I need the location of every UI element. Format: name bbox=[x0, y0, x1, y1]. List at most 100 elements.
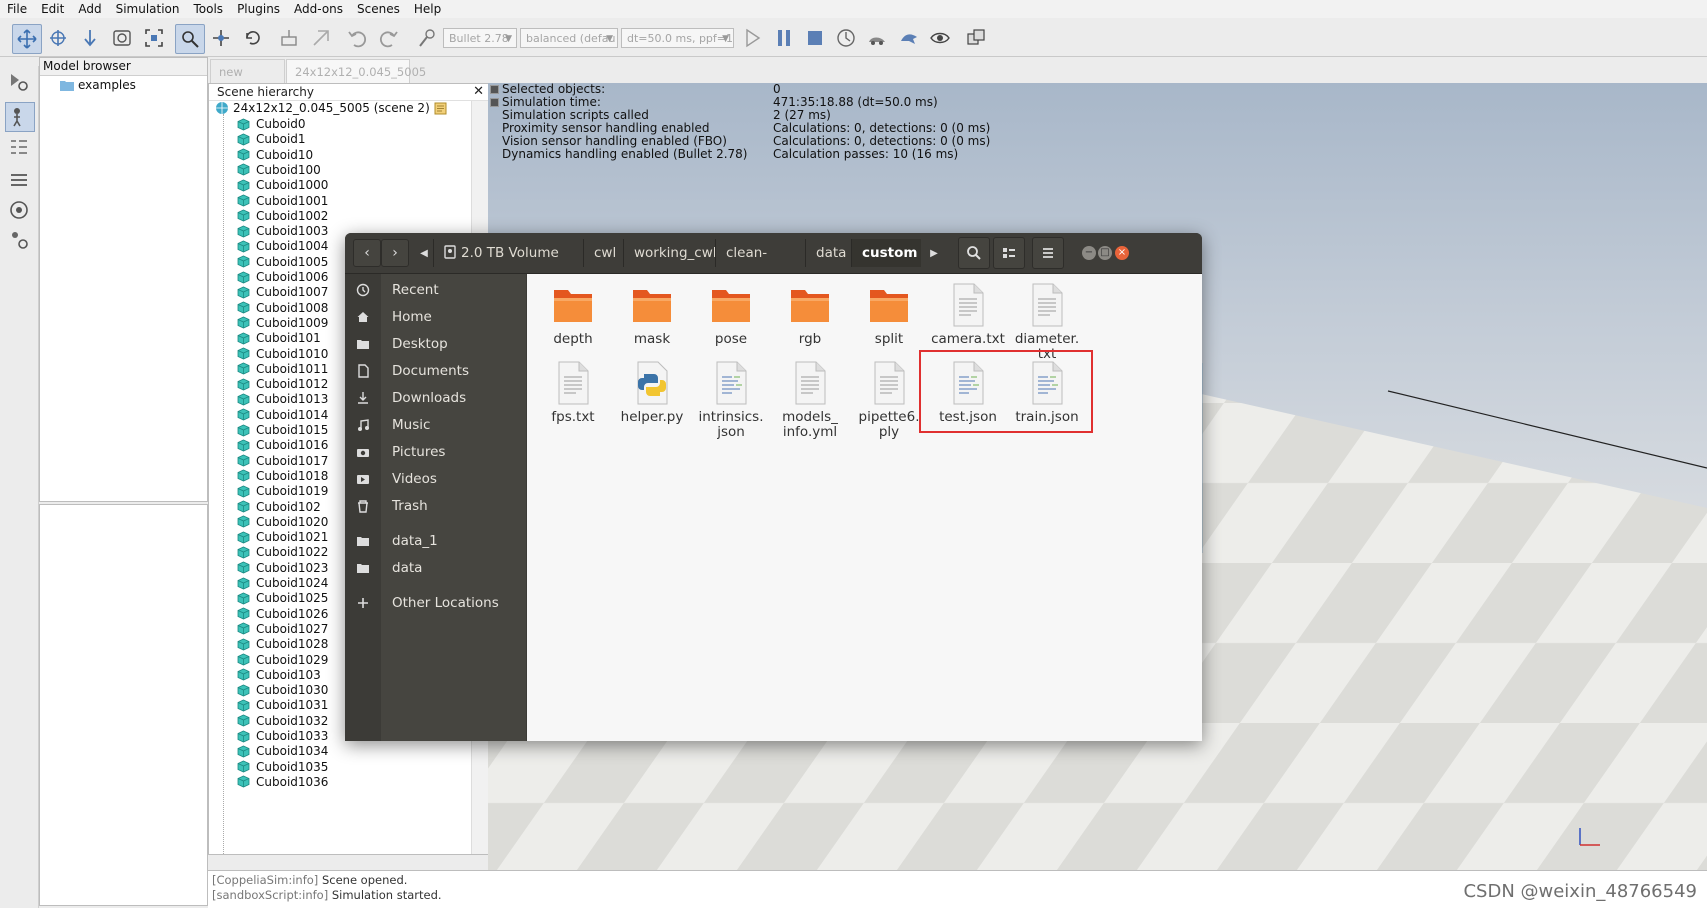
file-item-camera-txt[interactable]: camera.txt bbox=[929, 282, 1007, 347]
file-item-depth[interactable]: depth bbox=[534, 282, 612, 347]
menu-item-file[interactable]: File bbox=[0, 0, 34, 18]
tab-current-scene[interactable]: 24x12x12_0.045_5005 bbox=[286, 59, 426, 83]
close-window-button[interactable]: × bbox=[1115, 246, 1129, 260]
breadcrumb-item[interactable]: data bbox=[805, 239, 851, 267]
close-icon[interactable]: ✕ bbox=[473, 84, 484, 100]
assemble-icon[interactable] bbox=[275, 24, 303, 52]
scene-object-item[interactable]: Cuboid1007 bbox=[237, 284, 328, 300]
accuracy-select[interactable]: balanced (defau ▼ bbox=[520, 28, 618, 48]
scene-object-item[interactable]: Cuboid1034 bbox=[237, 743, 328, 759]
breadcrumb-item[interactable]: 2.0 TB Volume bbox=[433, 239, 583, 267]
scene-object-item[interactable]: Cuboid1018 bbox=[237, 468, 328, 484]
file-item-pose[interactable]: pose bbox=[692, 282, 770, 347]
camera-rotate-icon[interactable] bbox=[44, 24, 72, 52]
scene-object-item[interactable]: Cuboid1027 bbox=[237, 621, 328, 637]
breadcrumb-item[interactable]: working_cwl bbox=[623, 239, 717, 267]
breadcrumb-item[interactable]: custom bbox=[851, 239, 921, 267]
scene-object-item[interactable]: Cuboid1004 bbox=[237, 238, 328, 254]
view-toggle-button[interactable] bbox=[993, 237, 1025, 269]
scene-object-item[interactable]: Cuboid1010 bbox=[237, 346, 328, 362]
menu-item-add[interactable]: Add bbox=[71, 0, 108, 18]
menu-item-tools[interactable]: Tools bbox=[187, 0, 231, 18]
fit-to-view-icon[interactable] bbox=[140, 24, 168, 52]
scene-object-item[interactable]: Cuboid1006 bbox=[237, 269, 328, 285]
scene-object-item[interactable]: Cuboid1021 bbox=[237, 529, 328, 545]
user-settings-icon[interactable] bbox=[5, 226, 33, 254]
file-item-split[interactable]: split bbox=[850, 282, 928, 347]
camera-opening-icon[interactable] bbox=[108, 24, 136, 52]
breadcrumb-item[interactable]: clean-pvnet bbox=[715, 239, 805, 289]
scene-object-item[interactable]: Cuboid1001 bbox=[237, 193, 328, 209]
transfer-dna-icon[interactable] bbox=[307, 24, 335, 52]
file-item-fps-txt[interactable]: fps.txt bbox=[534, 360, 612, 425]
sidebar-item-data-1[interactable]: data_1 bbox=[345, 527, 526, 554]
click-select-icon[interactable] bbox=[175, 24, 205, 54]
scene-object-item[interactable]: Cuboid1029 bbox=[237, 652, 328, 668]
scene-object-item[interactable]: Cuboid1013 bbox=[237, 391, 328, 407]
file-item-mask[interactable]: mask bbox=[613, 282, 691, 347]
menu-item-addons[interactable]: Add-ons bbox=[287, 0, 350, 18]
back-button[interactable]: ‹ bbox=[353, 239, 381, 267]
scene-object-item[interactable]: Cuboid1022 bbox=[237, 544, 328, 560]
scene-object-item[interactable]: Cuboid1008 bbox=[237, 300, 328, 316]
file-item-models-info-yml[interactable]: models_ info.yml bbox=[771, 360, 849, 440]
sidebar-item-documents[interactable]: Documents bbox=[345, 357, 526, 384]
file-item-helper-py[interactable]: helper.py bbox=[613, 360, 691, 425]
play-icon[interactable] bbox=[738, 24, 766, 52]
camera-shift-icon[interactable] bbox=[76, 24, 104, 52]
scene-object-item[interactable]: Cuboid1005 bbox=[237, 254, 328, 270]
scene-root-item[interactable]: 24x12x12_0.045_5005 (scene 2) bbox=[215, 101, 447, 115]
scene-object-item[interactable]: Cuboid1023 bbox=[237, 560, 328, 576]
scene-object-item[interactable]: Cuboid1 bbox=[237, 131, 306, 147]
scene-object-item[interactable]: Cuboid10 bbox=[237, 147, 313, 163]
forward-button[interactable]: › bbox=[381, 239, 409, 267]
scene-object-item[interactable]: Cuboid102 bbox=[237, 499, 321, 515]
scene-object-item[interactable]: Cuboid100 bbox=[237, 162, 321, 178]
scene-object-item[interactable]: Cuboid103 bbox=[237, 667, 321, 683]
simulation-settings-icon[interactable] bbox=[5, 68, 33, 96]
sidebar-item-home[interactable]: Home bbox=[345, 303, 526, 330]
sidebar-item-data[interactable]: data bbox=[345, 554, 526, 581]
file-item-pipette6-ply[interactable]: pipette6. ply bbox=[850, 360, 928, 440]
info-toggle-checkbox[interactable] bbox=[490, 85, 499, 94]
sidebar-item-other-locations[interactable]: Other Locations bbox=[345, 589, 526, 616]
info-toggle-checkbox[interactable] bbox=[490, 98, 499, 107]
redo-icon[interactable] bbox=[375, 24, 403, 52]
scene-object-item[interactable]: Cuboid0 bbox=[237, 116, 306, 132]
scripts-icon[interactable] bbox=[5, 196, 33, 224]
file-item-intrinsics-json[interactable]: intrinsics. json bbox=[692, 360, 770, 440]
scene-object-item[interactable]: Cuboid1028 bbox=[237, 636, 328, 652]
minimize-button[interactable]: − bbox=[1082, 246, 1096, 260]
scene-object-item[interactable]: Cuboid1016 bbox=[237, 437, 328, 453]
menu-item-help[interactable]: Help bbox=[407, 0, 448, 18]
breadcrumb-scroll-right-icon[interactable]: ▶ bbox=[927, 239, 941, 267]
scene-object-item[interactable]: Cuboid1019 bbox=[237, 483, 328, 499]
scene-object-item[interactable]: Cuboid101 bbox=[237, 330, 321, 346]
scene-object-item[interactable]: Cuboid1009 bbox=[237, 315, 328, 331]
scene-object-item[interactable]: Cuboid1033 bbox=[237, 728, 328, 744]
maximize-button[interactable]: □ bbox=[1098, 246, 1112, 260]
breadcrumb-item[interactable]: cwl bbox=[583, 239, 623, 267]
scene-object-item[interactable]: Cuboid1024 bbox=[237, 575, 328, 591]
calculation-modules-icon[interactable] bbox=[5, 134, 33, 162]
scene-object-item[interactable]: Cuboid1036 bbox=[237, 774, 328, 790]
visualization-toggle-icon[interactable] bbox=[926, 24, 954, 52]
scene-object-item[interactable]: Cuboid1031 bbox=[237, 697, 328, 713]
scene-object-item[interactable]: Cuboid1012 bbox=[237, 376, 328, 392]
menu-item-scenes[interactable]: Scenes bbox=[350, 0, 407, 18]
scene-object-item[interactable]: Cuboid1025 bbox=[237, 590, 328, 606]
collections-icon[interactable] bbox=[5, 166, 33, 194]
menu-item-edit[interactable]: Edit bbox=[34, 0, 71, 18]
scene-object-item[interactable]: Cuboid1002 bbox=[237, 208, 328, 224]
realtime-icon[interactable] bbox=[832, 24, 860, 52]
sidebar-item-recent[interactable]: Recent bbox=[345, 276, 526, 303]
menu-button[interactable] bbox=[1032, 237, 1064, 269]
timestep-select[interactable]: dt=50.0 ms, ppf=1 ▼ bbox=[621, 28, 734, 48]
search-button[interactable] bbox=[958, 237, 990, 269]
scene-object-item[interactable]: Cuboid1030 bbox=[237, 682, 328, 698]
sidebar-item-desktop[interactable]: Desktop bbox=[345, 330, 526, 357]
script-icon[interactable] bbox=[434, 102, 447, 115]
scene-object-item[interactable]: Cuboid1014 bbox=[237, 407, 328, 423]
scene-object-item[interactable]: Cuboid1026 bbox=[237, 606, 328, 622]
scene-object-item[interactable]: Cuboid1017 bbox=[237, 453, 328, 469]
